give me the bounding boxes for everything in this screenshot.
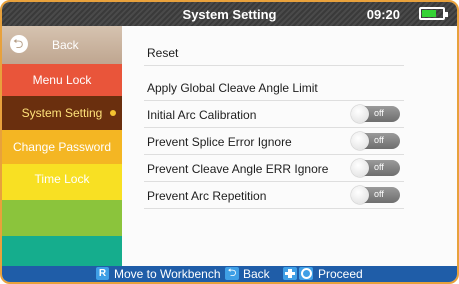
setting-row-reset[interactable]: Reset xyxy=(144,40,404,66)
battery-level xyxy=(422,10,436,17)
toggle-state-label: off xyxy=(374,162,384,172)
toggle-switch[interactable]: off xyxy=(351,105,400,123)
setting-row-initial-arc-calibration[interactable]: Initial Arc Calibration off xyxy=(144,102,404,128)
battery-tip xyxy=(445,12,448,17)
sidebar: Back Menu Lock System Setting Change Pas… xyxy=(2,26,122,266)
toggle-state-label: off xyxy=(374,189,384,199)
setting-label: Reset xyxy=(147,46,179,60)
sidebar-item-system-setting[interactable]: System Setting xyxy=(2,96,122,130)
setting-row-prevent-arc-repetition[interactable]: Prevent Arc Repetition off xyxy=(144,183,404,209)
sidebar-empty-slot-green xyxy=(2,200,122,236)
toggle-knob xyxy=(351,132,369,150)
dpad-icon xyxy=(283,267,297,280)
title-bar: System Setting 09:20 xyxy=(2,2,457,26)
device-screen: System Setting 09:20 Back Menu Lock Syst… xyxy=(0,0,459,284)
toggle-state-label: off xyxy=(374,108,384,118)
toggle-switch[interactable]: off xyxy=(351,132,400,150)
settings-list: Reset Apply Global Cleave Angle Limit In… xyxy=(122,26,457,266)
sidebar-item-label: Menu Lock xyxy=(32,73,92,87)
setting-label: Prevent Cleave Angle ERR Ignore xyxy=(147,162,329,176)
sidebar-item-menu-lock[interactable]: Menu Lock xyxy=(2,64,122,96)
hint-bar: R Move to Workbench ⮌ Back Proceed xyxy=(2,266,457,282)
sidebar-item-time-lock[interactable]: Time Lock xyxy=(2,164,122,200)
back-key-icon: ⮌ xyxy=(225,267,239,280)
proceed-hint[interactable]: Proceed xyxy=(318,267,363,281)
setting-row-prevent-cleave-angle-err-ignore[interactable]: Prevent Cleave Angle ERR Ignore off xyxy=(144,156,404,182)
back-hint[interactable]: Back xyxy=(243,267,270,281)
sidebar-empty-slot-teal xyxy=(2,236,122,266)
setting-row-prevent-splice-error-ignore[interactable]: Prevent Splice Error Ignore off xyxy=(144,129,404,155)
r-key-icon: R xyxy=(96,267,109,280)
sidebar-item-label: Time Lock xyxy=(34,172,90,186)
selected-indicator-dot xyxy=(110,110,116,116)
clock: 09:20 xyxy=(366,7,400,22)
toggle-knob xyxy=(351,159,369,177)
setting-label: Initial Arc Calibration xyxy=(147,108,257,122)
toggle-state-label: off xyxy=(374,135,384,145)
setting-row-apply-global-cleave-angle-limit[interactable]: Apply Global Cleave Angle Limit xyxy=(144,75,404,101)
toggle-switch[interactable]: off xyxy=(351,159,400,177)
toggle-switch[interactable]: off xyxy=(351,186,400,204)
sidebar-back-label: Back xyxy=(52,38,79,52)
toggle-knob xyxy=(351,186,369,204)
toggle-knob xyxy=(351,105,369,123)
back-arrow-icon xyxy=(10,35,28,57)
sidebar-item-label: Change Password xyxy=(12,140,112,154)
sidebar-item-change-password[interactable]: Change Password xyxy=(2,130,122,164)
move-to-workbench-hint[interactable]: Move to Workbench xyxy=(114,267,221,281)
setting-label: Prevent Splice Error Ignore xyxy=(147,135,292,149)
sidebar-item-label: System Setting xyxy=(21,106,103,120)
battery-icon xyxy=(419,7,448,20)
ok-button-icon xyxy=(299,267,313,280)
setting-label: Prevent Arc Repetition xyxy=(147,189,267,203)
setting-label: Apply Global Cleave Angle Limit xyxy=(147,81,318,95)
sidebar-back-button[interactable]: Back xyxy=(2,26,122,64)
